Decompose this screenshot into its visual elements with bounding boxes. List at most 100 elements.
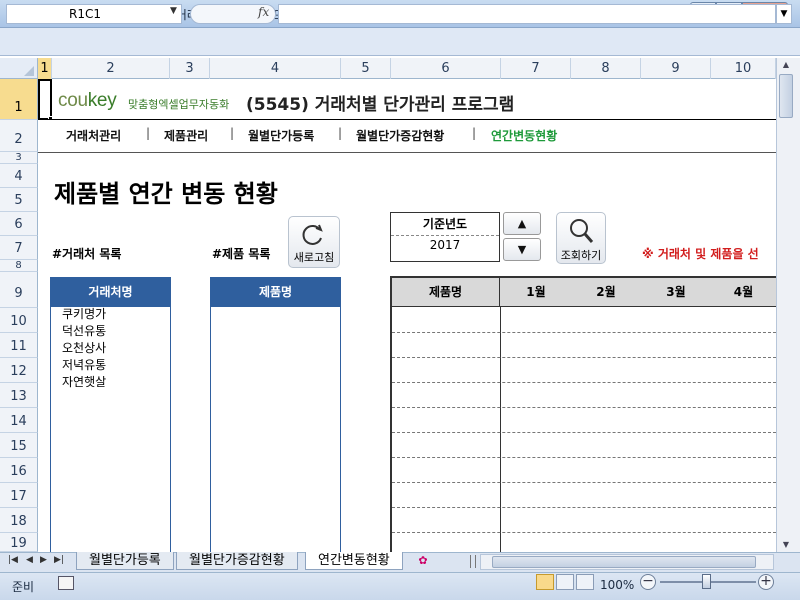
column-header[interactable]: 3 bbox=[170, 58, 210, 79]
first-sheet-icon[interactable]: |◀ bbox=[8, 555, 18, 565]
row-header[interactable]: 14 bbox=[0, 408, 38, 433]
row-header[interactable]: 6 bbox=[0, 212, 38, 236]
prev-sheet-icon[interactable]: ◀ bbox=[26, 555, 33, 565]
insert-sheet-icon[interactable]: ✿ bbox=[410, 552, 436, 570]
nav-annual-change-status[interactable]: 연간변동현황 bbox=[491, 127, 557, 144]
vertical-scrollbar[interactable] bbox=[776, 58, 800, 552]
page-layout-view-icon[interactable] bbox=[556, 574, 574, 590]
nav-product-management[interactable]: 제품관리 bbox=[164, 127, 208, 144]
column-header[interactable]: 10 bbox=[711, 58, 776, 79]
section-title: 제품별 연간 변동 현황 bbox=[54, 180, 278, 208]
table-header-month: 1월 bbox=[526, 285, 546, 299]
row-header[interactable]: 4 bbox=[0, 164, 38, 188]
row-header[interactable]: 7 bbox=[0, 236, 38, 260]
scroll-down-icon[interactable]: ▼ bbox=[777, 538, 795, 552]
page-break-view-icon[interactable] bbox=[576, 574, 594, 590]
year-up-button[interactable]: ▲ bbox=[503, 212, 541, 235]
name-box[interactable]: R1C1 bbox=[6, 4, 182, 24]
logo-subtitle: 맞춤형엑셀업무자동화 bbox=[128, 98, 230, 111]
row-header[interactable]: 9 bbox=[0, 272, 38, 308]
zoom-out-button[interactable]: − bbox=[640, 574, 656, 590]
row-header[interactable]: 12 bbox=[0, 358, 38, 383]
list-item[interactable]: 덕선유통 bbox=[62, 323, 106, 340]
vertical-scroll-thumb[interactable] bbox=[779, 74, 793, 118]
column-header[interactable]: 5 bbox=[341, 58, 391, 79]
row-header[interactable]: 3 bbox=[0, 152, 38, 164]
column-header[interactable]: 4 bbox=[210, 58, 341, 79]
column-header[interactable]: 6 bbox=[391, 58, 501, 79]
year-label: 기준년도 bbox=[391, 213, 499, 236]
tab-split-handle[interactable] bbox=[470, 555, 476, 568]
table-row bbox=[392, 407, 776, 408]
column-header[interactable]: 7 bbox=[501, 58, 571, 79]
zoom-slider-thumb[interactable] bbox=[702, 574, 711, 589]
scroll-up-icon[interactable]: ▲ bbox=[777, 58, 795, 72]
list-item[interactable]: 오천상사 bbox=[62, 340, 106, 357]
row-header[interactable]: 5 bbox=[0, 188, 38, 212]
row-header[interactable]: 2 bbox=[0, 120, 38, 152]
column-header[interactable]: 9 bbox=[641, 58, 711, 79]
expand-formula-icon[interactable]: ▼ bbox=[776, 4, 792, 24]
formula-input[interactable] bbox=[278, 4, 776, 24]
menu-divider bbox=[38, 152, 776, 153]
refresh-icon bbox=[302, 224, 323, 245]
nav-separator: | bbox=[230, 126, 235, 140]
table-row bbox=[392, 382, 776, 383]
program-title: (5545) 거래처별 단가관리 프로그램 bbox=[246, 95, 515, 115]
zoom-level[interactable]: 100% bbox=[600, 578, 634, 592]
row-header[interactable]: 15 bbox=[0, 433, 38, 458]
vendor-list-label: #거래처 목록 bbox=[52, 247, 122, 261]
coukey-logo: coukey bbox=[58, 90, 117, 111]
search-button-label: 조회하기 bbox=[560, 249, 602, 262]
nav-monthly-price-entry[interactable]: 월별단가등록 bbox=[248, 127, 314, 144]
table-row bbox=[392, 532, 776, 533]
result-table bbox=[390, 276, 776, 554]
horizontal-scroll-thumb[interactable] bbox=[492, 556, 756, 568]
sheet-tab-monthly-change[interactable]: 월별단가증감현황 bbox=[176, 552, 298, 570]
row-header[interactable]: 1 bbox=[0, 79, 38, 120]
table-header-month: 3월 bbox=[666, 285, 686, 299]
table-row bbox=[392, 357, 776, 358]
row-header[interactable]: 11 bbox=[0, 333, 38, 358]
status-ready: 준비 bbox=[12, 580, 35, 594]
zoom-in-button[interactable]: + bbox=[758, 574, 774, 590]
product-list-header: 제품명 bbox=[210, 277, 341, 307]
search-icon bbox=[570, 219, 594, 243]
row-header[interactable]: 18 bbox=[0, 508, 38, 533]
header-divider bbox=[38, 119, 776, 120]
column-header[interactable]: 1 bbox=[38, 58, 52, 79]
normal-view-icon[interactable] bbox=[536, 574, 554, 590]
active-cell[interactable] bbox=[38, 79, 52, 120]
table-column-divider bbox=[500, 307, 501, 554]
vendor-list-header: 거래처명 bbox=[50, 277, 171, 307]
instruction-notice: ※ 거래처 및 제품을 선 bbox=[642, 247, 759, 261]
row-header[interactable]: 8 bbox=[0, 260, 38, 272]
column-header[interactable]: 2 bbox=[52, 58, 170, 79]
refresh-button-label: 새로고침 bbox=[293, 251, 335, 264]
column-header[interactable]: 8 bbox=[571, 58, 641, 79]
nav-separator: | bbox=[146, 126, 151, 140]
list-item[interactable]: 쿠키명가 bbox=[62, 306, 106, 323]
row-header[interactable]: 16 bbox=[0, 458, 38, 483]
product-listbox[interactable] bbox=[210, 307, 341, 554]
row-header[interactable]: 19 bbox=[0, 533, 38, 552]
row-header[interactable]: 10 bbox=[0, 308, 38, 333]
row-header[interactable]: 13 bbox=[0, 383, 38, 408]
insert-function-icon[interactable]: fx bbox=[258, 5, 269, 19]
triangle-up-icon: ▲ bbox=[517, 217, 527, 230]
year-value[interactable]: 2017 bbox=[391, 238, 499, 252]
nav-monthly-change-status[interactable]: 월별단가증감현황 bbox=[356, 127, 444, 144]
year-down-button[interactable]: ▼ bbox=[503, 238, 541, 261]
macro-record-icon[interactable] bbox=[58, 576, 74, 590]
next-sheet-icon[interactable]: ▶ bbox=[40, 555, 47, 565]
table-row bbox=[392, 507, 776, 508]
chevron-down-icon[interactable]: ▼ bbox=[170, 6, 177, 16]
nav-separator: | bbox=[472, 126, 477, 140]
row-header[interactable]: 17 bbox=[0, 483, 38, 508]
list-item[interactable]: 자연햇살 bbox=[62, 374, 106, 391]
last-sheet-icon[interactable]: ▶| bbox=[54, 555, 64, 565]
nav-vendor-management[interactable]: 거래처관리 bbox=[66, 127, 121, 144]
list-item[interactable]: 저녁유통 bbox=[62, 357, 106, 374]
sheet-tab-annual-change[interactable]: 연간변동현황 bbox=[305, 552, 403, 570]
sheet-tab-monthly-price[interactable]: 월별단가등록 bbox=[76, 552, 174, 570]
